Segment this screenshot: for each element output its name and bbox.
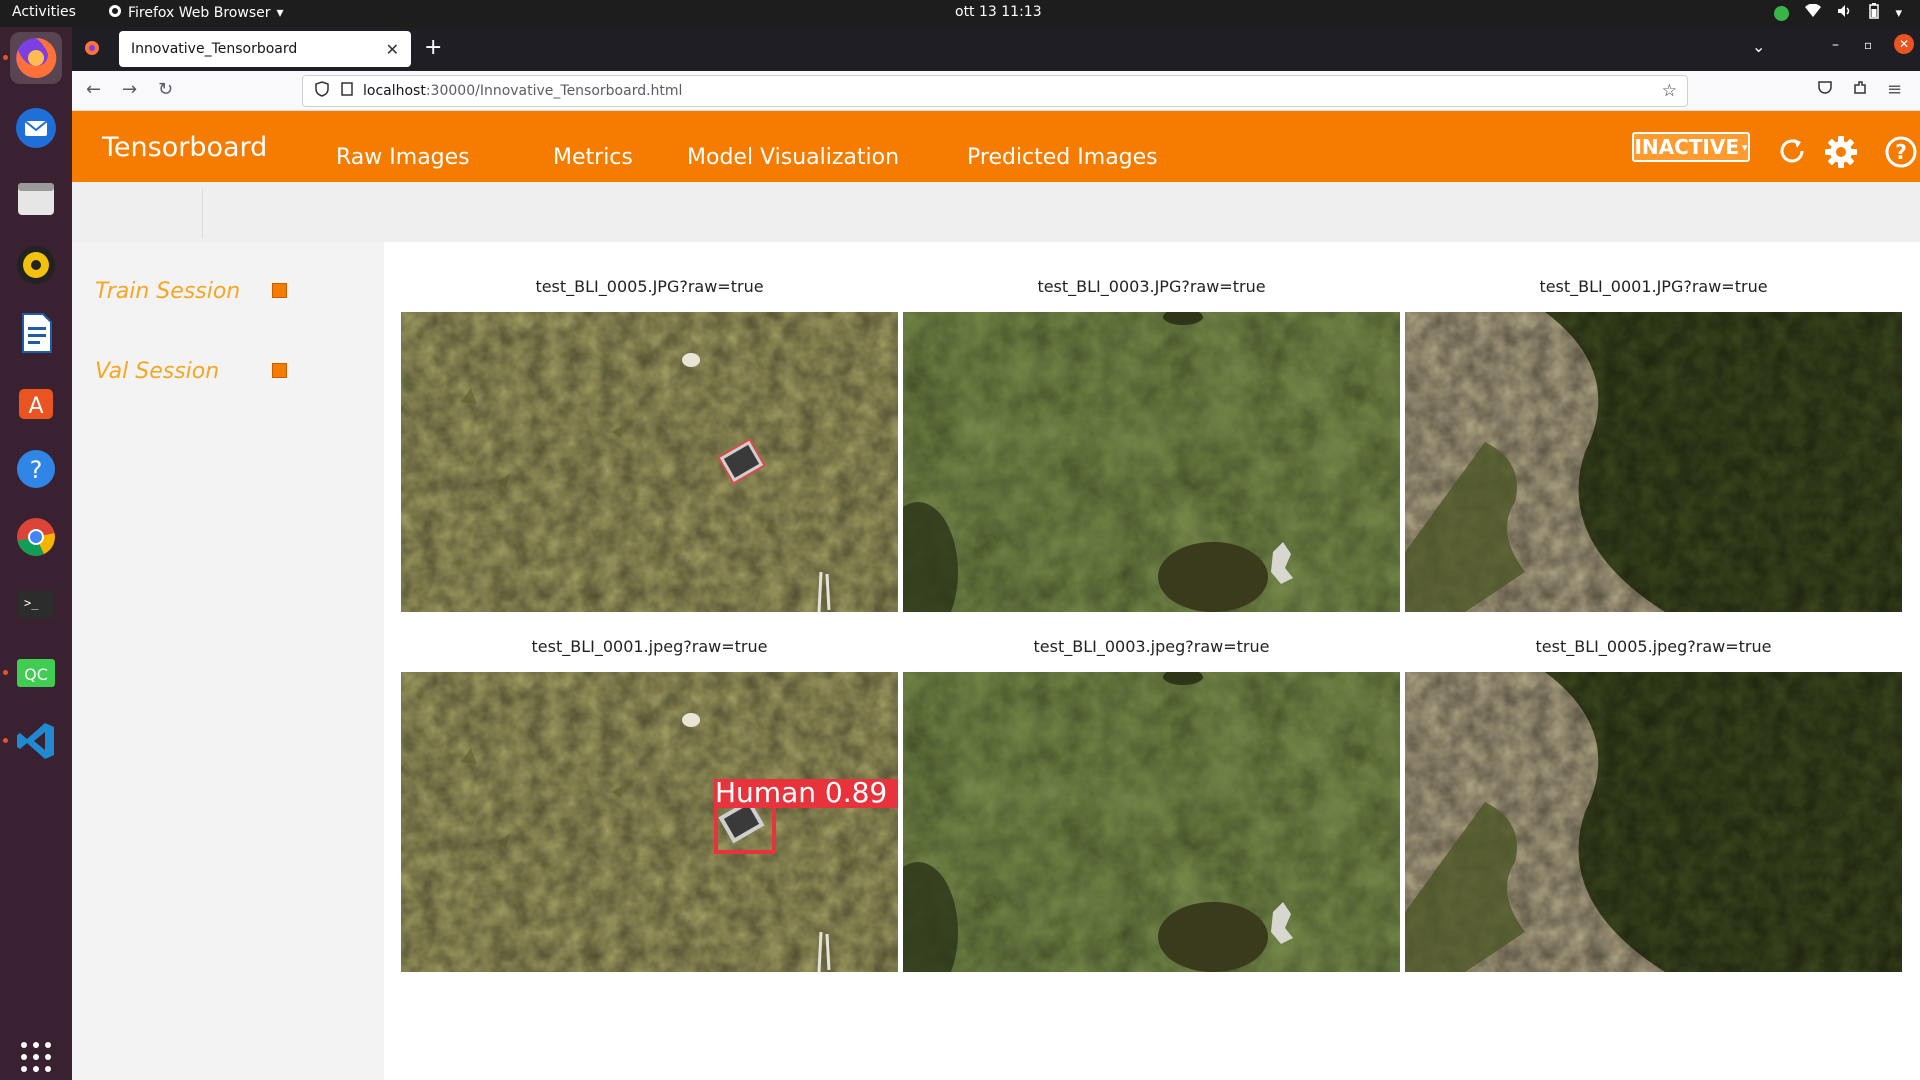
help-icon[interactable]: ?: [10, 443, 62, 495]
image-title: test_BLI_0003.jpeg?raw=true: [1033, 637, 1270, 656]
files-icon[interactable]: [10, 172, 62, 224]
activities-button[interactable]: Activities: [12, 4, 76, 20]
sub-toolbar: [72, 182, 1920, 242]
app-header: Tensorboard Raw Images Metrics Model Vis…: [72, 111, 1920, 182]
svg-text:A: A: [28, 394, 43, 419]
svg-text:?: ?: [30, 456, 43, 484]
image-title: test_BLI_0005.JPG?raw=true: [535, 277, 764, 296]
update-indicator-icon: [1774, 5, 1790, 21]
browser-tab-bar: Innovative_Tensorboard ✕ + ⌄ – ▫ ✕: [72, 27, 1920, 71]
image-thumbnail[interactable]: [1405, 672, 1902, 972]
firefox-small-icon: [108, 4, 122, 22]
svg-text:QC: QC: [24, 665, 48, 684]
image-title: test_BLI_0003.JPG?raw=true: [1037, 277, 1266, 296]
image-thumbnail[interactable]: [903, 312, 1400, 612]
system-top-bar: Activities Firefox Web Browser ▾ ott 13 …: [0, 0, 1920, 27]
terminal-icon[interactable]: >_: [10, 579, 62, 631]
url-host: localhost: [363, 83, 426, 99]
chrome-icon[interactable]: [10, 511, 62, 563]
running-indicator: [3, 55, 8, 60]
divider: [202, 188, 203, 238]
train-session-checkbox[interactable]: [272, 283, 287, 298]
close-tab-icon[interactable]: ✕: [386, 40, 399, 59]
rhythmbox-icon[interactable]: [10, 239, 62, 291]
show-apps-icon[interactable]: [10, 1031, 62, 1080]
volume-icon: [1837, 4, 1853, 22]
chevron-down-icon: ▾: [1742, 140, 1748, 154]
new-tab-icon[interactable]: +: [424, 35, 442, 60]
back-icon[interactable]: ←: [86, 79, 101, 100]
shield-icon[interactable]: [315, 81, 329, 101]
firefox-icon[interactable]: [10, 32, 62, 84]
image-title: test_BLI_0005.jpeg?raw=true: [1535, 637, 1772, 656]
brand-title[interactable]: Tensorboard: [102, 132, 267, 163]
power-menu-icon: ▾: [1895, 5, 1902, 21]
tab-title: Innovative_Tensorboard: [131, 41, 298, 57]
refresh-icon[interactable]: [1776, 135, 1808, 167]
dock: A ? >_ QC: [0, 27, 72, 1080]
val-session-label[interactable]: Val Session: [95, 359, 219, 384]
firefox-view-icon[interactable]: [84, 40, 100, 60]
status-label: INACTIVE: [1634, 135, 1740, 159]
page-info-icon[interactable]: [341, 82, 353, 100]
clock[interactable]: ott 13 11:13: [955, 4, 1042, 20]
extensions-icon[interactable]: [1852, 79, 1868, 99]
browser-tab[interactable]: Innovative_Tensorboard ✕: [119, 31, 411, 67]
wifi-icon: [1805, 3, 1822, 22]
menu-hamburger-icon[interactable]: ≡: [1887, 79, 1902, 100]
image-thumbnail[interactable]: [903, 672, 1400, 972]
image-title: test_BLI_0001.jpeg?raw=true: [531, 637, 768, 656]
svg-text:>_: >_: [24, 596, 39, 610]
detection-label: Human 0.89: [715, 776, 888, 809]
help-circle-icon[interactable]: ?: [1884, 135, 1917, 168]
svg-text:?: ?: [1895, 140, 1907, 164]
qtcreator-icon[interactable]: QC: [10, 647, 62, 699]
minimize-icon[interactable]: –: [1832, 37, 1839, 53]
status-dropdown[interactable]: INACTIVE ▾: [1632, 132, 1750, 162]
nav-raw-images[interactable]: Raw Images: [336, 145, 470, 170]
battery-icon: [1869, 3, 1880, 23]
url-bar[interactable]: localhost:30000/Innovative_Tensorboard.h…: [302, 75, 1688, 107]
running-indicator: [3, 738, 8, 743]
image-thumbnail[interactable]: [1405, 312, 1902, 612]
app-menu[interactable]: Firefox Web Browser ▾: [108, 4, 284, 22]
writer-icon[interactable]: [10, 307, 62, 359]
image-title: test_BLI_0001.JPG?raw=true: [1539, 277, 1768, 296]
chevron-down-icon: ▾: [276, 5, 284, 21]
app-menu-label: Firefox Web Browser: [128, 5, 271, 21]
close-window-icon[interactable]: ✕: [1894, 34, 1914, 54]
maximize-icon[interactable]: ▫: [1864, 38, 1872, 52]
app-center-icon[interactable]: A: [10, 375, 62, 427]
system-tray[interactable]: ▾: [1774, 3, 1902, 23]
url-path: :30000/Innovative_Tensorboard.html: [425, 83, 683, 99]
vscode-icon[interactable]: [10, 715, 62, 767]
reload-icon[interactable]: ↻: [158, 79, 173, 100]
bookmark-star-icon[interactable]: ☆: [1662, 81, 1677, 101]
forward-icon[interactable]: →: [122, 79, 137, 100]
thunderbird-icon[interactable]: [10, 102, 62, 154]
image-thumbnail[interactable]: Human 0.89: [401, 672, 898, 972]
val-session-checkbox[interactable]: [272, 363, 287, 378]
nav-model-visualization[interactable]: Model Visualization: [687, 145, 899, 170]
list-tabs-icon[interactable]: ⌄: [1752, 37, 1765, 56]
pocket-icon[interactable]: [1817, 79, 1833, 99]
nav-predicted-images[interactable]: Predicted Images: [967, 145, 1158, 170]
train-session-label[interactable]: Train Session: [95, 279, 240, 304]
running-indicator: [3, 670, 8, 675]
nav-metrics[interactable]: Metrics: [553, 145, 633, 170]
settings-gear-icon[interactable]: [1824, 135, 1857, 168]
image-thumbnail[interactable]: [401, 312, 898, 612]
session-sidebar: Train Session Val Session: [72, 242, 384, 1080]
image-grid: test_BLI_0005.JPG?raw=true test_BLI_0003…: [384, 242, 1920, 1080]
browser-nav-bar: ← → ↻ localhost:30000/Innovative_Tensorb…: [72, 71, 1920, 111]
